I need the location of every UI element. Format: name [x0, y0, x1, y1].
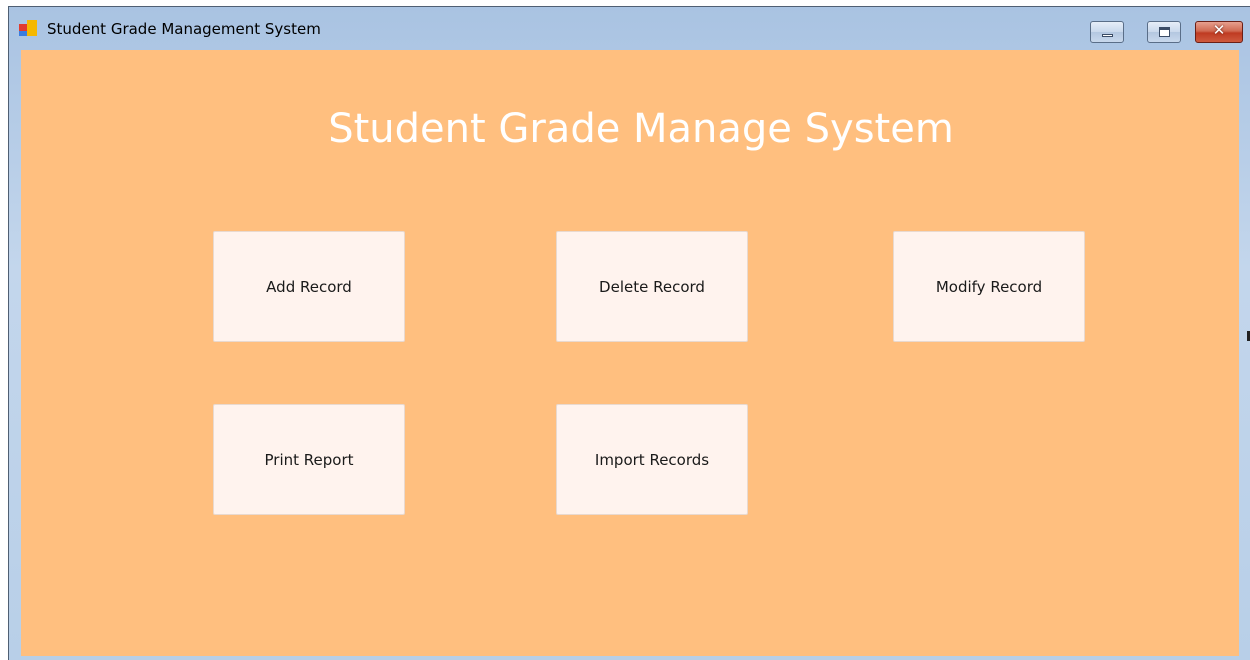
modify-record-button[interactable]: Modify Record: [893, 231, 1085, 342]
minimize-button[interactable]: [1090, 21, 1124, 43]
import-records-button[interactable]: Import Records: [556, 404, 748, 515]
maximize-icon: [1159, 27, 1170, 37]
app-window: Student Grade Management System ✕ Studen…: [8, 6, 1250, 660]
close-button[interactable]: ✕: [1195, 21, 1243, 43]
page-title: Student Grade Manage System: [328, 106, 954, 152]
title-bar[interactable]: Student Grade Management System ✕: [9, 7, 1250, 49]
close-icon: ✕: [1212, 21, 1226, 39]
app-window-icon[interactable]: [19, 20, 37, 36]
maximize-button[interactable]: [1147, 21, 1181, 43]
add-record-button[interactable]: Add Record: [213, 231, 405, 342]
minimize-icon: [1102, 34, 1113, 37]
delete-record-button[interactable]: Delete Record: [556, 231, 748, 342]
form-client-area: Student Grade Manage System Add Record D…: [21, 50, 1239, 656]
window-title: Student Grade Management System: [47, 20, 321, 38]
print-report-button[interactable]: Print Report: [213, 404, 405, 515]
